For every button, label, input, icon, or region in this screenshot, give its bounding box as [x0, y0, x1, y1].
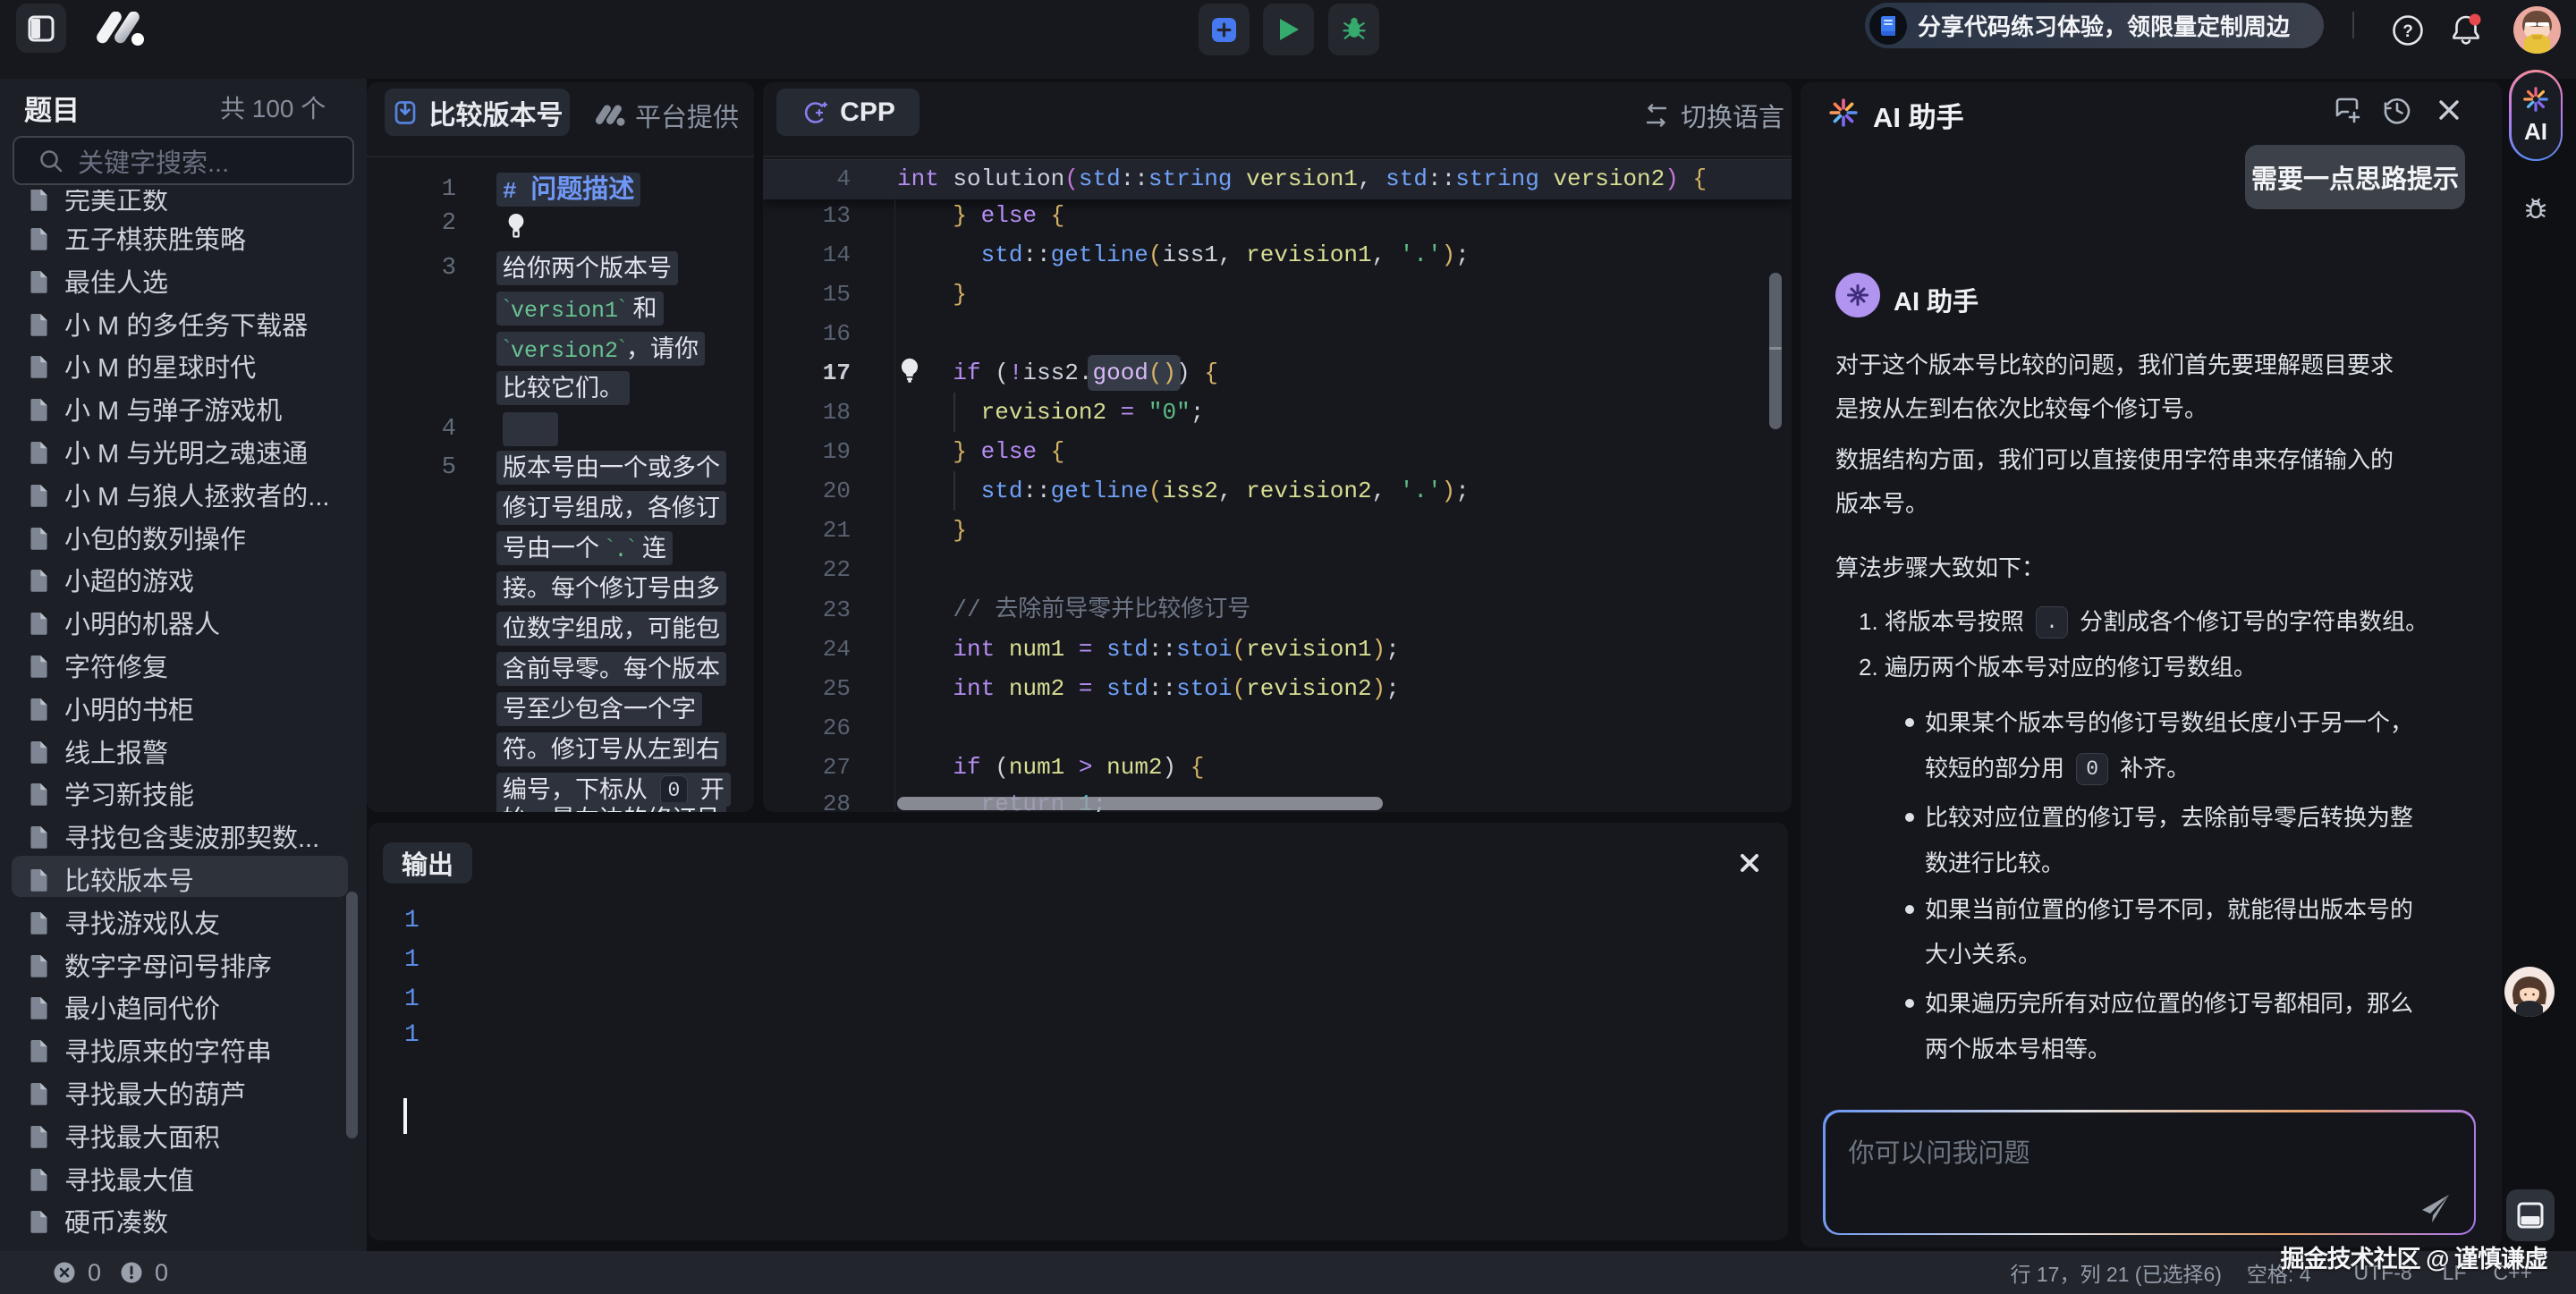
svg-text:?: ? — [2402, 22, 2413, 41]
